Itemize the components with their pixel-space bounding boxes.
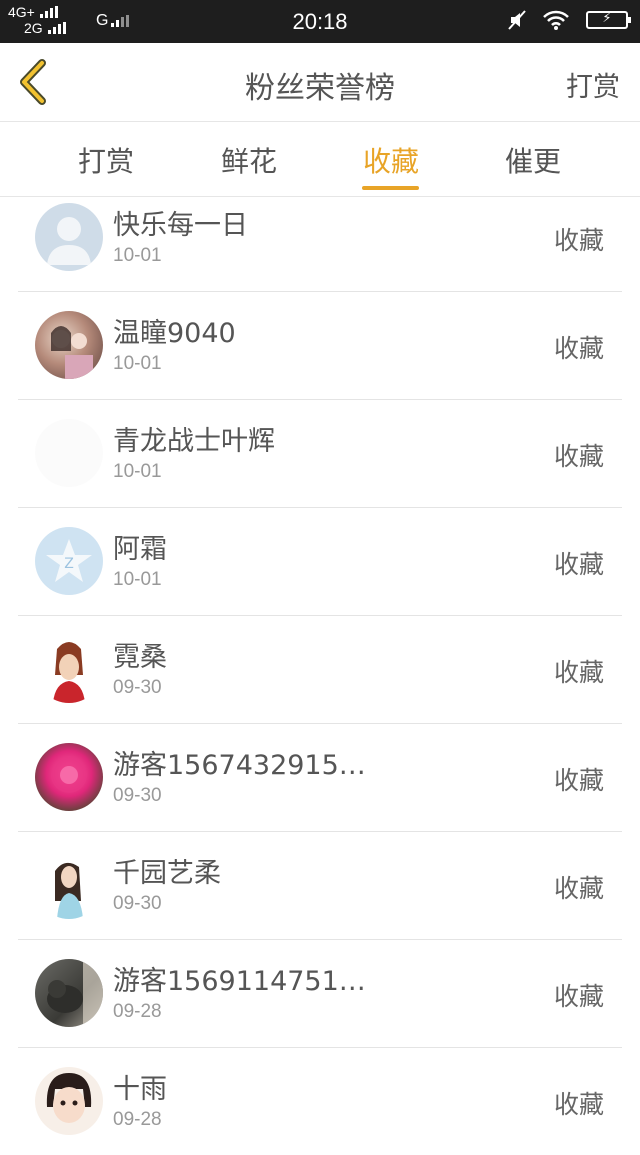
collect-label: 收藏 [553,658,604,687]
wifi-icon [543,10,569,30]
user-name: 温瞳9040 [113,318,236,349]
avatar [35,743,103,811]
user-name: 十雨 [113,1074,167,1105]
default-user-avatar-icon [47,217,91,265]
qzone-star-icon: Z [46,539,92,582]
cartoon-girl-avatar-icon [46,1073,92,1123]
flower-avatar-icon [51,757,87,793]
list-item[interactable]: Z 阿霜 10-01 收藏 [18,507,622,616]
photo-avatar-icon [51,326,93,379]
mute-icon [508,10,526,30]
avatar [35,635,103,703]
tab-reward[interactable]: 打赏 [56,140,156,180]
list-item[interactable]: 霓桑 09-30 收藏 [18,615,622,724]
list-item[interactable]: 千园艺柔 09-30 收藏 [18,831,622,940]
svg-text:Z: Z [64,556,74,572]
collect-label: 收藏 [553,442,604,471]
list-item[interactable]: 温瞳9040 10-01 收藏 [18,291,622,400]
date: 09-30 [113,785,162,806]
cat-photo-avatar-icon [47,959,103,1027]
user-name: 阿霜 [113,534,167,565]
date: 09-30 [113,677,162,698]
collect-label: 收藏 [553,226,604,255]
tab-collect[interactable]: 收藏 [341,140,441,180]
list-item[interactable]: 十雨 09-28 收藏 [18,1047,622,1155]
user-name: 千园艺柔 [113,858,221,889]
date: 09-30 [113,893,162,914]
date: 10-01 [113,461,162,482]
avatar [35,203,103,271]
avatar [35,851,103,919]
date: 09-28 [113,1109,162,1130]
user-name: 快乐每一日 [113,210,248,241]
avatar [35,959,103,1027]
page-title: 粉丝荣誉榜 [245,71,395,106]
avatar [35,419,103,487]
date: 09-28 [113,1001,162,1022]
avatar [35,1067,103,1135]
collect-label: 收藏 [553,334,604,363]
avatar [35,311,103,379]
user-name: 游客1569114751… [113,966,366,997]
tab-urge-update[interactable]: 催更 [483,140,583,180]
date: 10-01 [113,569,162,590]
user-name: 青龙战士叶辉 [113,426,275,457]
collect-label: 收藏 [553,766,604,795]
date: 10-01 [113,245,162,266]
list-item[interactable]: 青龙战士叶辉 10-01 收藏 [18,399,622,508]
list-item[interactable]: 游客1567432915… 09-30 收藏 [18,723,622,832]
list-item[interactable]: 快乐每一日 10-01 收藏 [18,183,622,292]
avatar: Z [35,527,103,595]
battery-icon: ⚡ [586,11,631,29]
tab-flowers[interactable]: 鲜花 [199,140,299,180]
user-name: 游客1567432915… [113,750,366,781]
collect-label: 收藏 [553,1090,604,1119]
status-bar: 4G+ 2G G 20:18 ⚡ [0,0,640,43]
user-name: 霓桑 [113,642,167,673]
header: 粉丝荣誉榜 打赏 [0,43,640,122]
status-icons: ⚡ [508,10,631,30]
list-item[interactable]: 游客1569114751… 09-28 收藏 [18,939,622,1048]
costume-girl-avatar-icon [53,642,85,703]
collect-label: 收藏 [553,874,604,903]
collect-label: 收藏 [553,550,604,579]
date: 10-01 [113,353,162,374]
reward-button[interactable]: 打赏 [566,65,620,104]
collect-label: 收藏 [553,982,604,1011]
girl-photo-avatar-icon [55,862,83,919]
